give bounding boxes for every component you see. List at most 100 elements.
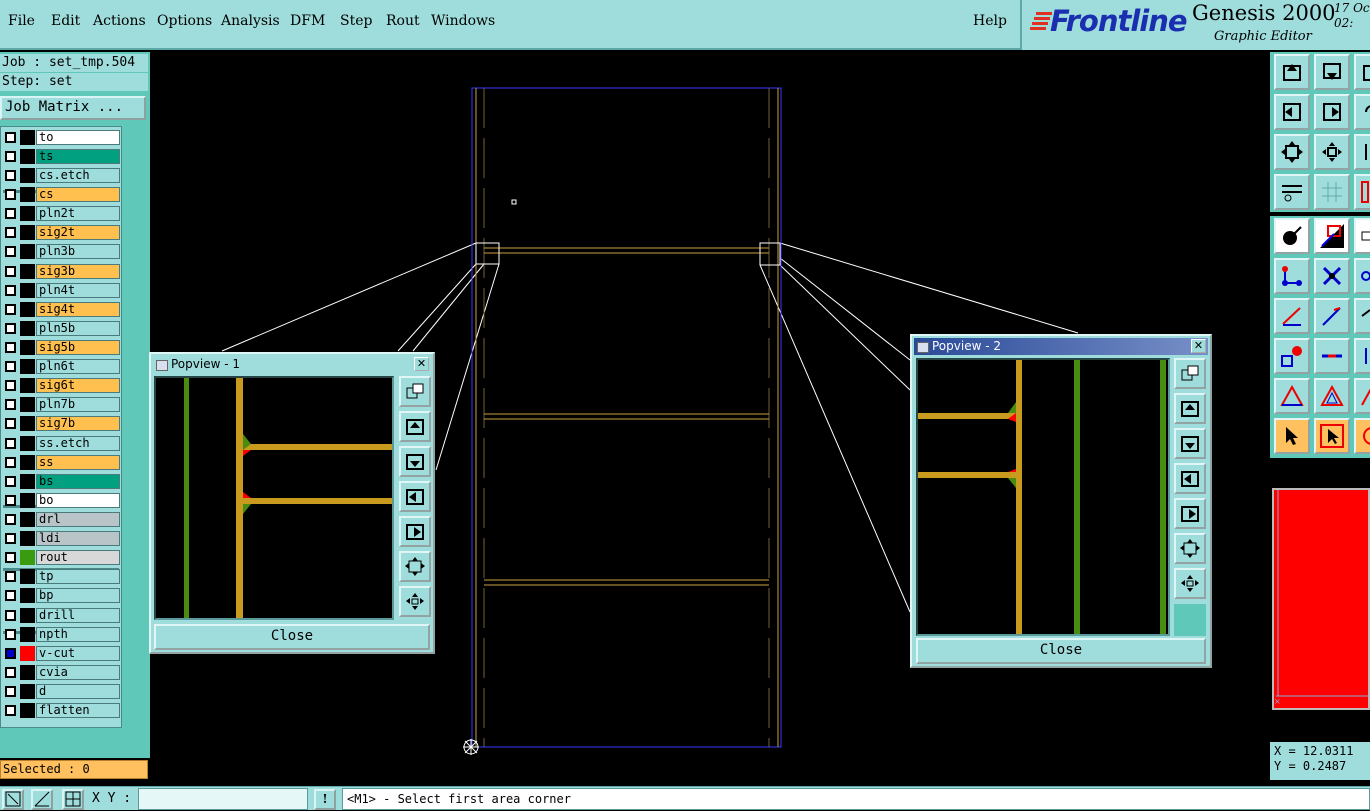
layer-row-pln5b[interactable]: pln5b — [3, 321, 120, 336]
layer-name[interactable]: sig4t — [36, 302, 120, 317]
warning-icon[interactable]: ! — [314, 789, 336, 810]
layer-row-sig2t[interactable]: sig2t — [3, 225, 120, 240]
layer-checkbox[interactable] — [5, 571, 16, 582]
popview-zoom-fit-button[interactable] — [399, 551, 431, 582]
toolbar-button-partial[interactable] — [1354, 418, 1370, 454]
layer-name[interactable]: pln7b — [36, 397, 120, 412]
layer-row-cs[interactable]: cs — [3, 187, 120, 202]
zoom-out-button[interactable] — [1314, 54, 1350, 90]
layer-row-tp[interactable]: tp — [3, 569, 120, 584]
layer-name[interactable]: pln4t — [36, 283, 120, 298]
cut-line-button[interactable] — [1314, 338, 1350, 374]
layer-checkbox[interactable] — [5, 705, 16, 716]
zoom-home-button[interactable] — [1314, 134, 1350, 170]
snap-settings-button[interactable] — [1274, 174, 1310, 210]
toolbar-button-partial[interactable] — [1354, 134, 1370, 170]
popview-pan-up-button[interactable] — [1174, 393, 1206, 424]
popview-zoom-home-button[interactable] — [399, 586, 431, 617]
layer-name[interactable]: rout — [36, 550, 120, 565]
toolbar-button-partial[interactable] — [1354, 338, 1370, 374]
layer-checkbox[interactable] — [5, 208, 16, 219]
layer-name[interactable]: pln2t — [36, 206, 120, 221]
menu-edit[interactable]: Edit — [51, 13, 80, 29]
popview-1-close-icon[interactable]: ✕ — [414, 357, 429, 371]
edit-polygon-button[interactable] — [1314, 378, 1350, 414]
layer-name[interactable]: ts — [36, 149, 120, 164]
pan-right-button[interactable] — [1314, 94, 1350, 130]
measure-icon[interactable] — [31, 789, 53, 810]
layer-checkbox[interactable] — [5, 514, 16, 525]
layer-row-ss.etch[interactable]: ss.etch — [3, 436, 120, 451]
layer-row-drill[interactable]: drill — [3, 608, 120, 623]
layer-name[interactable]: bp — [36, 588, 120, 603]
add-pad-button[interactable] — [1274, 338, 1310, 374]
layer-name[interactable]: bs — [36, 474, 120, 489]
layer-checkbox[interactable] — [5, 285, 16, 296]
layer-row-sig6t[interactable]: sig6t — [3, 378, 120, 393]
layer-checkbox[interactable] — [5, 457, 16, 468]
layer-row-sig5b[interactable]: sig5b — [3, 340, 120, 355]
pan-left-button[interactable] — [1274, 94, 1310, 130]
popview-pan-right-button[interactable] — [399, 516, 431, 547]
layer-row-bo[interactable]: bo — [3, 493, 120, 508]
layer-row-rout[interactable]: rout — [3, 550, 120, 565]
feature-select-button[interactable] — [1274, 218, 1310, 254]
layer-name[interactable]: cs.etch — [36, 168, 120, 183]
layer-checkbox[interactable] — [5, 399, 16, 410]
menu-step[interactable]: Step — [340, 13, 372, 29]
layer-checkbox[interactable] — [5, 533, 16, 544]
layer-row-cs.etch[interactable]: cs.etch — [3, 168, 120, 183]
layer-name[interactable]: pln5b — [36, 321, 120, 336]
grid-snap-icon[interactable] — [62, 789, 84, 810]
layer-checkbox[interactable] — [5, 610, 16, 621]
popview-1-canvas[interactable] — [154, 376, 394, 620]
layer-row-sig4t[interactable]: sig4t — [3, 302, 120, 317]
popview-pan-right-button[interactable] — [1174, 498, 1206, 529]
toolbar-button-partial[interactable] — [1354, 298, 1370, 334]
menu-file[interactable]: File — [8, 13, 35, 29]
layer-name[interactable]: drl — [36, 512, 120, 527]
popview-pan-up-button[interactable] — [399, 411, 431, 442]
layer-checkbox[interactable] — [5, 495, 16, 506]
menu-analysis[interactable]: Analysis — [221, 13, 280, 29]
layer-checkbox[interactable] — [5, 342, 16, 353]
menu-rout[interactable]: Rout — [386, 13, 420, 29]
layer-name[interactable]: sig5b — [36, 340, 120, 355]
layer-checkbox[interactable] — [5, 648, 16, 659]
layer-name[interactable]: sig6t — [36, 378, 120, 393]
layer-row-cvia[interactable]: cvia — [3, 665, 120, 680]
layer-checkbox[interactable] — [5, 590, 16, 601]
toolbar-button-partial[interactable] — [1354, 258, 1370, 294]
menu-actions[interactable]: Actions — [93, 13, 146, 29]
layer-name[interactable]: ss.etch — [36, 436, 120, 451]
layer-name[interactable]: ldi — [36, 531, 120, 546]
popview-2-canvas[interactable] — [916, 358, 1170, 636]
layer-row-ss[interactable]: ss — [3, 455, 120, 470]
popview-pan-left-button[interactable] — [1174, 463, 1206, 494]
layer-checkbox[interactable] — [5, 227, 16, 238]
layer-name[interactable]: pln3b — [36, 244, 120, 259]
layer-checkbox[interactable] — [5, 438, 16, 449]
layer-row-sig3b[interactable]: sig3b — [3, 264, 120, 279]
job-matrix-button[interactable]: Job Matrix ... — [0, 96, 146, 120]
layer-checkbox[interactable] — [5, 189, 16, 200]
menu-dfm[interactable]: DFM — [290, 13, 325, 29]
area-select-button[interactable] — [1314, 218, 1350, 254]
popview-2-close-button[interactable]: Close — [916, 638, 1206, 664]
layer-name[interactable]: ss — [36, 455, 120, 470]
menu-help[interactable]: Help — [973, 13, 1007, 29]
layer-row-pln7b[interactable]: pln7b — [3, 397, 120, 412]
layer-row-v-cut[interactable]: v-cut — [3, 646, 120, 661]
popview-pan-down-button[interactable] — [1174, 428, 1206, 459]
layer-checkbox[interactable] — [5, 552, 16, 563]
layer-checkbox[interactable] — [5, 629, 16, 640]
toolbar-button-partial[interactable] — [1354, 218, 1370, 254]
layer-checkbox[interactable] — [5, 476, 16, 487]
add-polygon-button[interactable] — [1274, 378, 1310, 414]
layer-name[interactable]: sig2t — [36, 225, 120, 240]
popview-pan-left-button[interactable] — [399, 481, 431, 512]
layer-checkbox[interactable] — [5, 380, 16, 391]
popview-pan-down-button[interactable] — [399, 446, 431, 477]
zoom-in-button[interactable] — [1274, 54, 1310, 90]
layer-checkbox[interactable] — [5, 361, 16, 372]
